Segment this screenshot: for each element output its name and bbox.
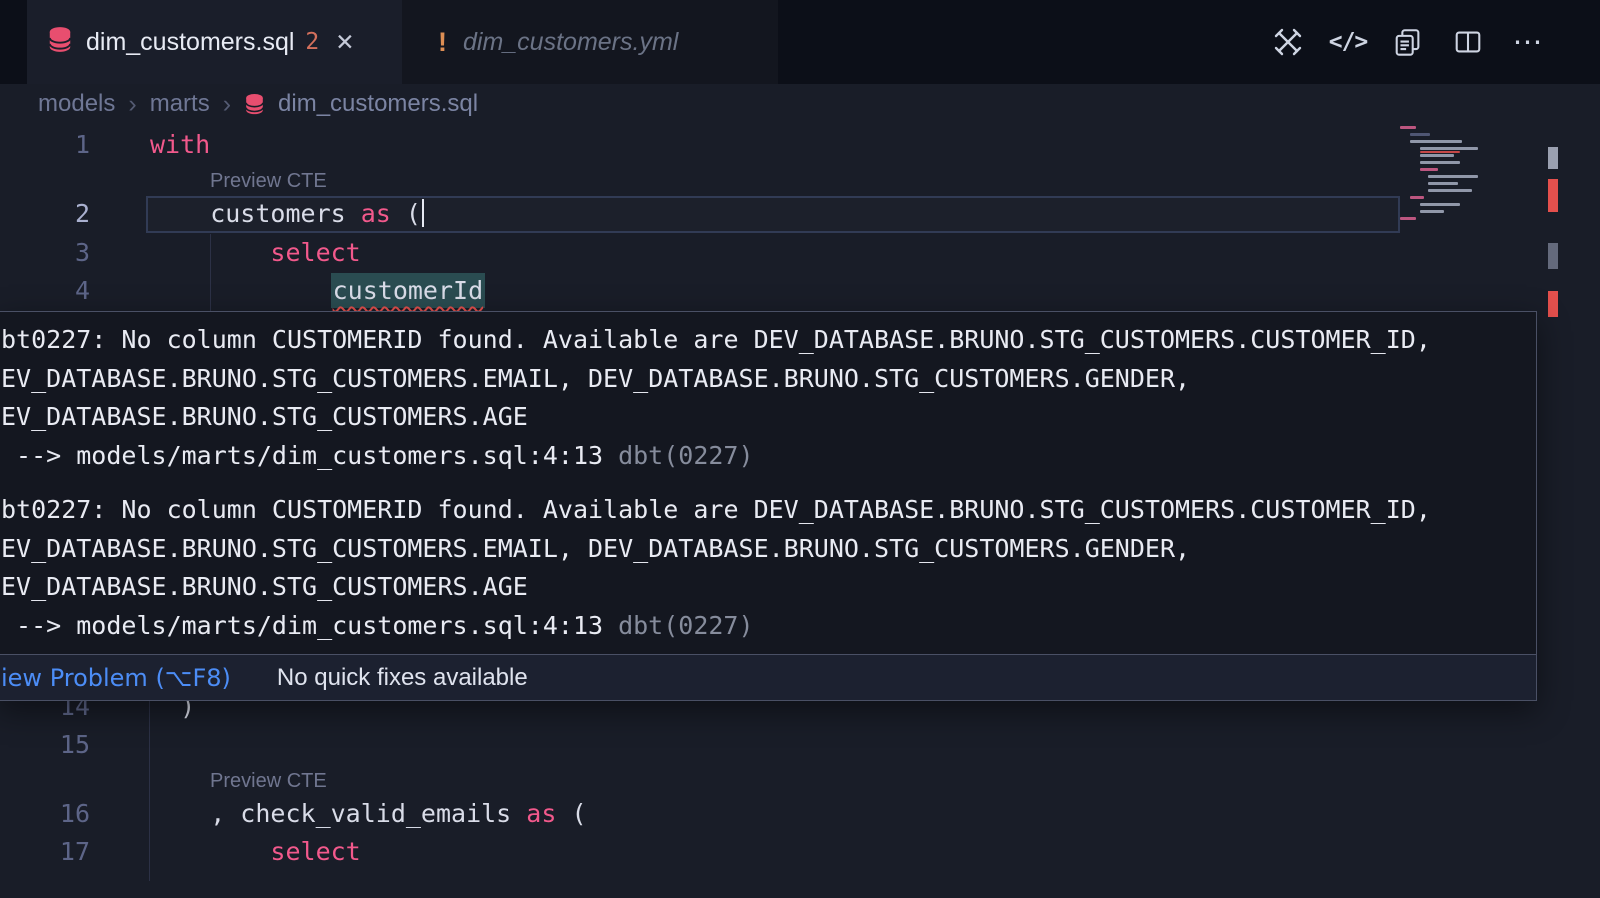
problem-message-line: bt0227: No column CUSTOMERID found. Avai… (1, 491, 1536, 530)
overview-ruler-mark (1548, 243, 1558, 269)
breadcrumb: models › marts › dim_customers.sql (38, 84, 478, 124)
overview-ruler-mark (1548, 147, 1558, 169)
keyword: select (150, 837, 361, 866)
code-line-4[interactable]: 4 customerId (0, 272, 1600, 311)
problem-message-line: bt0227: No column CUSTOMERID found. Avai… (1, 321, 1536, 360)
code-line-15[interactable]: 15 (0, 726, 1600, 765)
code-line-2[interactable]: 2 customers as ( (0, 195, 1600, 234)
problem-list: bt0227: No column CUSTOMERID found. Avai… (0, 312, 1536, 645)
line-number: 15 (38, 726, 90, 765)
tab-dim-customers-sql[interactable]: dim_customers.sql 2 ✕ (27, 0, 402, 84)
more-actions-icon[interactable]: ⋯ (1511, 25, 1545, 59)
code-text: ( (391, 199, 421, 228)
tab-dim-customers-yml[interactable]: ! dim_customers.yml (402, 0, 778, 84)
line-number: 4 (38, 272, 90, 311)
problem-entry: bt0227: No column CUSTOMERID found. Avai… (1, 491, 1536, 645)
chevron-right-icon: › (223, 90, 231, 119)
keyword: with (150, 130, 210, 159)
problem-message-line: EV_DATABASE.BRUNO.STG_CUSTOMERS.EMAIL, D… (1, 530, 1536, 569)
codelens-preview-cte[interactable]: Preview CTE (210, 166, 327, 196)
exclamation-icon: ! (438, 27, 447, 58)
chevron-right-icon: › (128, 90, 136, 119)
execute-query-icon[interactable] (1271, 25, 1305, 59)
code-line-16[interactable]: 16 , check_valid_emails as ( (0, 795, 1600, 834)
code-text: customers (150, 199, 361, 228)
compile-code-icon[interactable]: </> (1331, 25, 1365, 59)
codelens-preview-cte[interactable]: Preview CTE (210, 766, 327, 796)
database-icon (244, 93, 265, 116)
split-editor-icon[interactable] (1451, 25, 1485, 59)
breadcrumb-file[interactable]: dim_customers.sql (278, 90, 478, 118)
line-number: 1 (38, 126, 90, 165)
editor-actions: </> ⋯ (1271, 0, 1545, 84)
code-line-17[interactable]: 17 select (0, 833, 1600, 872)
code-line-1[interactable]: 1 with (0, 126, 1600, 165)
hover-footer: iew Problem (⌥F8) No quick fixes availab… (0, 654, 1536, 700)
line-number: 16 (38, 795, 90, 834)
text-cursor (422, 199, 425, 227)
close-icon[interactable]: ✕ (335, 29, 354, 56)
editor-window: dim_customers.sql 2 ✕ ! dim_customers.ym… (0, 0, 1600, 898)
code-text: ( (556, 799, 586, 828)
view-problem-link[interactable]: iew Problem (⌥F8) (1, 664, 231, 692)
problem-message-line: EV_DATABASE.BRUNO.STG_CUSTOMERS.EMAIL, D… (1, 360, 1536, 399)
tab-label: dim_customers.yml (463, 28, 678, 57)
code-line-3[interactable]: 3 select (0, 234, 1600, 273)
problem-entry: bt0227: No column CUSTOMERID found. Avai… (1, 321, 1536, 475)
keyword: as (361, 199, 391, 228)
breadcrumb-models[interactable]: models (38, 90, 115, 118)
minimap[interactable] (1400, 126, 1546, 238)
code-text (150, 276, 331, 305)
problem-source-code: dbt(0227) (618, 441, 753, 470)
overview-ruler-error-mark (1548, 291, 1558, 317)
no-quick-fixes-label: No quick fixes available (277, 664, 528, 692)
problem-location: --> models/marts/dim_customers.sql:4:13 (1, 611, 603, 640)
problem-message-line: EV_DATABASE.BRUNO.STG_CUSTOMERS.AGE (1, 398, 1536, 437)
problem-message-line: EV_DATABASE.BRUNO.STG_CUSTOMERS.AGE (1, 568, 1536, 607)
tab-label: dim_customers.sql (86, 28, 294, 57)
code-text: , check_valid_emails (150, 799, 526, 828)
database-icon (47, 26, 73, 59)
error-identifier-customerid[interactable]: customerId (331, 273, 486, 308)
line-number: 17 (38, 833, 90, 872)
tab-problem-badge: 2 (305, 29, 319, 55)
problem-hover-popup: bt0227: No column CUSTOMERID found. Avai… (0, 311, 1537, 701)
overview-ruler-error-mark (1548, 179, 1558, 212)
breadcrumb-marts[interactable]: marts (150, 90, 210, 118)
copy-results-icon[interactable] (1391, 25, 1425, 59)
tab-bar: dim_customers.sql 2 ✕ ! dim_customers.ym… (0, 0, 1600, 84)
problem-location: --> models/marts/dim_customers.sql:4:13 (1, 441, 603, 470)
keyword: select (150, 238, 361, 267)
line-number: 2 (38, 195, 90, 234)
keyword: as (526, 799, 556, 828)
problem-source-code: dbt(0227) (618, 611, 753, 640)
line-number: 3 (38, 234, 90, 273)
